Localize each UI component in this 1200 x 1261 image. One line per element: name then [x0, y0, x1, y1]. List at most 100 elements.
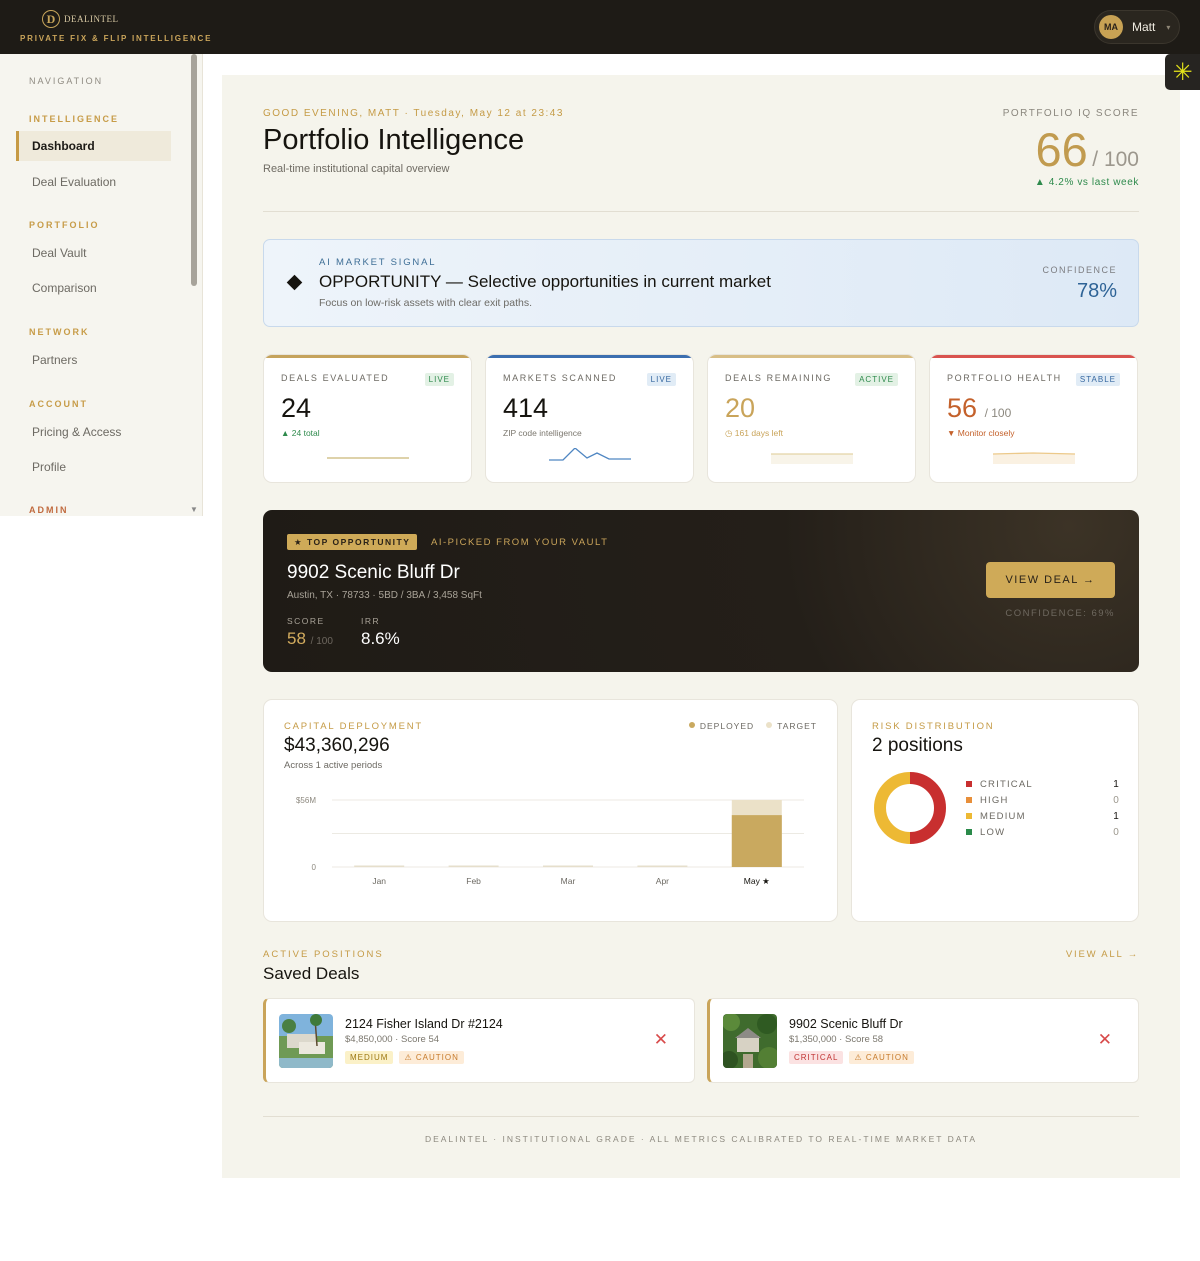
legend-deployed-label: DEPLOYED: [699, 721, 755, 731]
risk-tag: CRITICAL: [789, 1051, 844, 1064]
top-bar: D DEALINTEL PRIVATE FIX & FLIP INTELLIGE…: [0, 0, 1200, 54]
sidebar-item-deal-evaluation[interactable]: Deal Evaluation: [16, 167, 171, 197]
kpi-label: MARKETS SCANNED: [503, 373, 618, 383]
kpi-accent-line: [930, 355, 1137, 358]
caution-tag: ⚠ CAUTION: [849, 1051, 914, 1064]
risk-tag: MEDIUM: [345, 1051, 394, 1064]
sidebar-heading-admin: ADMIN: [29, 505, 69, 515]
score-value: 58 / 100: [287, 629, 333, 649]
risk-level-name: HIGH: [980, 794, 1009, 806]
page-title: Portfolio Intelligence: [263, 124, 525, 156]
kpi-value: 20: [725, 393, 755, 424]
score-denominator: / 100: [310, 636, 333, 647]
kpi-subtext: ZIP code intelligence: [503, 428, 582, 438]
iq-score-denominator: / 100: [1092, 148, 1139, 171]
diamond-icon: [286, 274, 303, 291]
remove-deal-close-icon[interactable]: ✕: [654, 1031, 668, 1048]
chevron-down-icon: ▾: [1166, 22, 1171, 32]
iq-score: 66 / 100: [1036, 122, 1139, 177]
sidebar-item-deal-vault[interactable]: Deal Vault: [16, 238, 171, 268]
view-all-link[interactable]: VIEW ALL →: [1066, 949, 1139, 960]
risk-level-count: 1: [1113, 778, 1120, 790]
deployed-bar: [637, 865, 688, 867]
chart-legend: DEPLOYED TARGET: [688, 721, 817, 731]
sidebar-item-profile[interactable]: Profile: [16, 452, 171, 482]
sidebar-title: NAVIGATION: [29, 76, 104, 86]
kpi-number: 24: [281, 393, 312, 423]
irr-value: 8.6%: [361, 629, 400, 648]
sidebar-item-dashboard[interactable]: Dashboard: [16, 131, 171, 161]
risk-level-row: CRITICAL 1: [966, 776, 1120, 792]
kpi-card[interactable]: DEALS REMAINING ACTIVE 20 ◷ 161 days left: [707, 354, 916, 483]
deal-address: 2124 Fisher Island Dr #2124: [345, 1017, 503, 1031]
scroll-down-icon[interactable]: ▼: [190, 505, 198, 514]
user-menu-button[interactable]: MA Matt ▾: [1094, 10, 1180, 44]
legend-target-label: TARGET: [777, 721, 817, 731]
kpi-denominator: / 100: [984, 406, 1012, 420]
x-tick-label: May ★: [744, 876, 770, 886]
risk-level-name: CRITICAL: [980, 778, 1033, 790]
kpi-accent-line: [486, 355, 693, 358]
top-opportunity-badge: ★ TOP OPPORTUNITY: [287, 534, 418, 550]
donut-segment: [909, 772, 946, 844]
kpi-card[interactable]: DEALS EVALUATED LIVE 24 ▲ 24 total: [263, 354, 472, 483]
remove-deal-close-icon[interactable]: ✕: [1098, 1031, 1112, 1048]
kpi-value: 414: [503, 393, 548, 424]
kpi-subtext: ▲ 24 total: [281, 428, 320, 438]
sidebar-scrollbar[interactable]: ▼: [190, 54, 198, 516]
footer: DEALINTEL · INSTITUTIONAL GRADE · ALL ME…: [424, 1134, 978, 1144]
risk-label: RISK DISTRIBUTION: [872, 721, 995, 732]
kpi-card[interactable]: MARKETS SCANNED LIVE 414 ZIP code intellig…: [485, 354, 694, 483]
saved-deal-card[interactable]: 9902 Scenic Bluff Dr $1,350,000 · Score …: [707, 998, 1139, 1083]
iq-score-label: PORTFOLIO IQ SCORE: [1002, 108, 1139, 119]
top-opportunity-address: 9902 Scenic Bluff Dr: [287, 562, 460, 583]
confidence-value: 78%: [1076, 280, 1117, 302]
risk-level-name: LOW: [980, 826, 1006, 838]
brand-mark-icon: D: [42, 10, 60, 28]
confidence-label: CONFIDENCE: [1042, 265, 1117, 275]
assistant-sparkle-icon[interactable]: ✳: [1165, 54, 1200, 90]
risk-distribution-card: RISK DISTRIBUTION 2 positions CRITICAL 1 H…: [851, 699, 1139, 922]
legend-dot-icon: [688, 722, 695, 728]
sidebar-item-partners[interactable]: Partners: [16, 345, 171, 375]
sidebar-item-pricing-access[interactable]: Pricing & Access: [16, 417, 171, 447]
iq-score-delta: ▲ 4.2% vs last week: [1034, 177, 1139, 188]
signal-description: Focus on low-risk assets with clear exit…: [319, 297, 532, 309]
divider: [263, 211, 1139, 212]
property-photo: [279, 1014, 333, 1068]
top-opportunity-confidence: CONFIDENCE: 69%: [1005, 608, 1115, 619]
kpi-label: DEALS EVALUATED: [281, 373, 390, 383]
sidebar-item-comparison[interactable]: Comparison: [16, 273, 171, 303]
kpi-sparkline: [771, 453, 853, 464]
deployed-bar: [354, 865, 405, 867]
x-tick-label: Apr: [656, 876, 669, 886]
kpi-status-badge: LIVE: [646, 373, 676, 386]
kpi-accent-line: [708, 355, 915, 358]
sidebar-heading-network: NETWORK: [29, 327, 90, 337]
deployed-bar: [543, 865, 593, 867]
scrollbar-thumb[interactable]: [191, 54, 197, 286]
view-deal-button[interactable]: VIEW DEAL →: [986, 562, 1115, 598]
irr-label: IRR: [361, 616, 381, 626]
brand-tagline: PRIVATE FIX & FLIP INTELLIGENCE: [20, 34, 213, 43]
sidebar-heading-account: ACCOUNT: [29, 399, 88, 409]
kpi-status-badge: LIVE: [424, 373, 454, 386]
risk-color-icon: [966, 813, 972, 819]
kpi-card[interactable]: PORTFOLIO HEALTH STABLE 56 / 100 ▼ Monitor …: [929, 354, 1138, 483]
risk-color-icon: [966, 829, 972, 835]
capital-amount: $43,360,296: [284, 735, 390, 756]
kpi-accent-line: [264, 355, 471, 358]
y-tick-label: $56M: [296, 796, 316, 805]
property-photo: [723, 1014, 777, 1068]
kpi-label: PORTFOLIO HEALTH: [947, 373, 1062, 383]
brand-logo[interactable]: D DEALINTEL PRIVATE FIX & FLIP INTELLIGE…: [20, 10, 212, 43]
score-number: 58: [287, 629, 306, 648]
legend-deployed: DEPLOYED: [688, 721, 755, 731]
iq-score-value: 66: [1035, 123, 1088, 176]
positions-title: Saved Deals: [263, 964, 360, 983]
kpi-value: 24: [281, 393, 311, 424]
signal-title: OPPORTUNITY — Selective opportunities in…: [319, 272, 771, 291]
kpi-subtext: ▼ Monitor closely: [947, 428, 1015, 438]
saved-deal-card[interactable]: 2124 Fisher Island Dr #2124 $4,850,000 ·…: [263, 998, 695, 1083]
capital-sub: Across 1 active periods: [284, 760, 383, 771]
